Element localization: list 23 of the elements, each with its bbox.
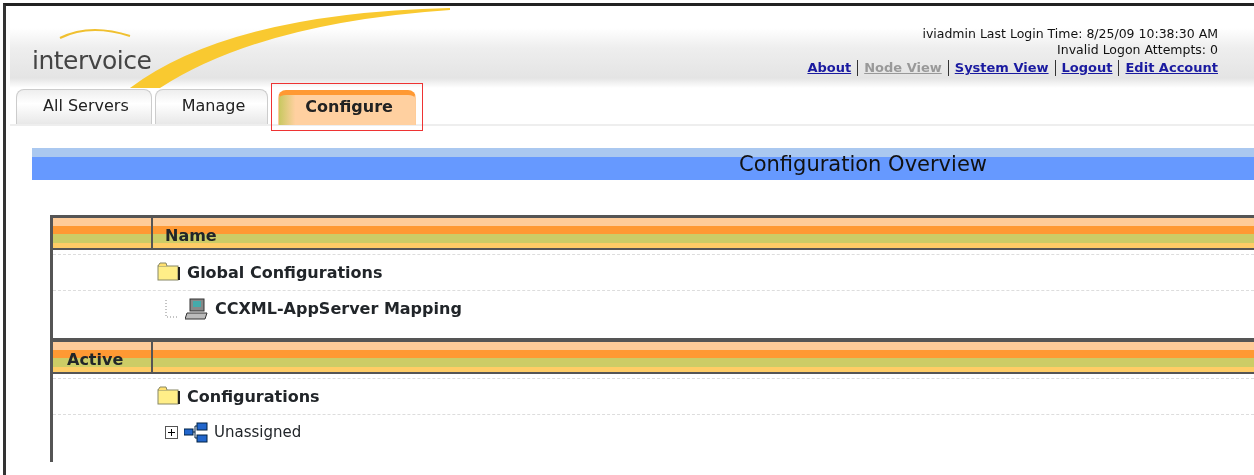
tree-item[interactable]: CCXML-AppServer Mapping <box>215 296 462 321</box>
computer-icon <box>185 297 209 320</box>
nav-link[interactable]: System View <box>947 60 1049 76</box>
tree-item[interactable]: Configurations <box>187 384 320 409</box>
folder-icon <box>157 385 181 408</box>
network-icon <box>184 421 208 444</box>
tab[interactable]: Configure <box>278 90 416 125</box>
column-heading: Active <box>67 350 124 369</box>
login-info: iviadmin Last Login Time: 8/25/09 10:38:30 AM <box>921 26 1218 42</box>
tree-line <box>165 299 179 318</box>
tab[interactable]: All Servers <box>16 89 152 124</box>
tree-item[interactable]: Global Configurations <box>187 260 383 285</box>
title-bar: Configuration Overview <box>32 148 1254 180</box>
tab[interactable]: Manage <box>154 89 269 124</box>
nav-link[interactable]: Edit Account <box>1118 60 1218 76</box>
tree-item[interactable]: Unassigned <box>214 421 302 444</box>
column-heading: Name <box>165 226 217 245</box>
nav-link[interactable]: About <box>807 60 852 76</box>
folder-icon <box>157 261 181 284</box>
nav-link[interactable]: Logout <box>1054 60 1113 76</box>
logo: intervoice <box>32 45 152 77</box>
logon-attempts: Invalid Logon Attempts: 0 <box>1056 42 1218 58</box>
expand-icon[interactable] <box>165 426 178 439</box>
